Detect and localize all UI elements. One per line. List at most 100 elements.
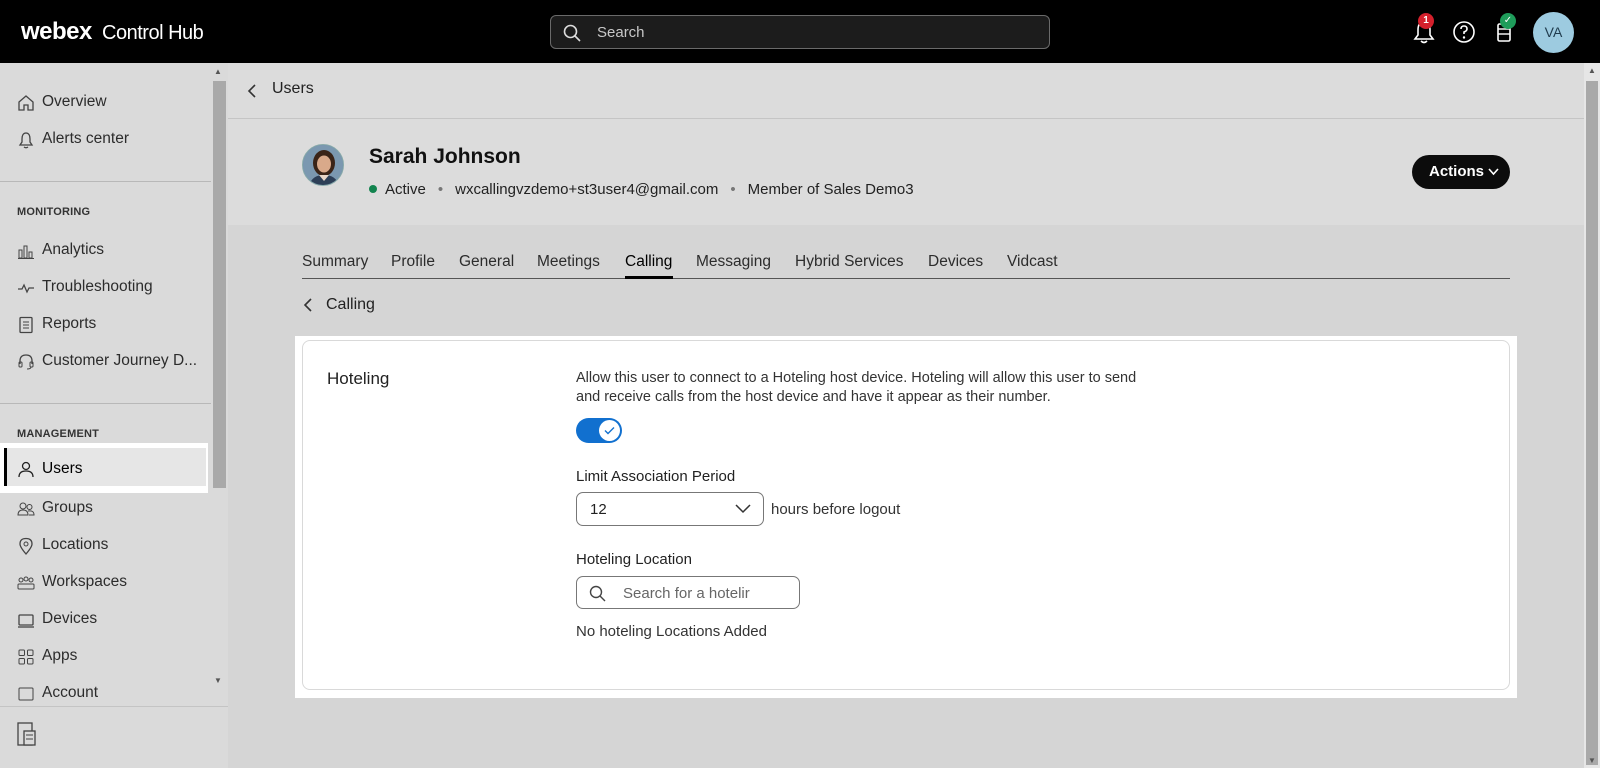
tab-general[interactable]: General: [459, 253, 514, 271]
user-photo-icon: [303, 145, 343, 185]
sidebar-item-groups[interactable]: Groups: [0, 489, 210, 527]
location-icon: [19, 537, 33, 555]
sidebar-item-label: Groups: [42, 499, 93, 516]
headset-icon: [18, 354, 34, 370]
sidebar-item-locations[interactable]: Locations: [0, 526, 210, 564]
sidebar-divider: [0, 403, 211, 404]
sidebar-item-account[interactable]: Account: [0, 674, 210, 706]
chevron-left-icon[interactable]: [246, 83, 258, 99]
tab-profile[interactable]: Profile: [391, 253, 435, 271]
scroll-up-arrow-icon[interactable]: ▲: [1588, 66, 1596, 75]
sidebar-divider: [0, 181, 211, 182]
sidebar-item-label: Users: [42, 460, 83, 477]
sidebar-item-label: Customer Journey D...: [42, 352, 198, 369]
hoteling-toggle[interactable]: [576, 418, 622, 443]
sidebar-item-label: Analytics: [42, 241, 105, 258]
breadcrumb: Users: [228, 63, 1584, 119]
hoteling-card: Hoteling Allow this user to connect to a…: [302, 340, 1510, 690]
user-name: Sarah Johnson: [369, 145, 521, 168]
apps-icon: [18, 649, 34, 665]
limit-association-label: Limit Association Period: [576, 468, 736, 485]
brand-product: Control Hub: [102, 22, 204, 44]
chevron-down-icon: [1488, 168, 1499, 176]
sidebar-item-reports[interactable]: Reports: [0, 305, 210, 343]
hoteling-location-placeholder: Search for a hotelir: [623, 585, 750, 602]
actions-label: Actions: [1429, 163, 1485, 180]
notification-badge: 1: [1418, 13, 1434, 29]
sidebar-item-label: Devices: [42, 610, 98, 627]
groups-icon: [17, 502, 35, 516]
hoteling-location-label: Hoteling Location: [576, 551, 692, 568]
tab-devices[interactable]: Devices: [928, 253, 983, 271]
brand-logo[interactable]: webex Control Hub: [21, 18, 204, 46]
limit-association-select[interactable]: 12: [576, 492, 764, 526]
tab-vidcast[interactable]: Vidcast: [1007, 253, 1058, 271]
sidebar-item-label: Troubleshooting: [42, 278, 153, 295]
sidebar-item-users[interactable]: Users: [0, 443, 208, 493]
sidebar-item-label: Overview: [42, 93, 107, 110]
main-content: Users Sarah Johnson Active • wxcallingvzde…: [228, 63, 1584, 768]
sidebar-item-troubleshooting[interactable]: Troubleshooting: [0, 268, 210, 306]
sidebar-scroll-thumb[interactable]: [213, 81, 226, 488]
sidebar-item-label: Locations: [42, 536, 109, 553]
section-header-monitoring: MONITORING: [17, 206, 91, 218]
sidebar-item-analytics[interactable]: Analytics: [0, 231, 210, 269]
sidebar-item-label: Account: [42, 684, 99, 701]
user-membership: Member of Sales Demo3: [747, 181, 914, 198]
status-ok-badge: ✓: [1500, 13, 1516, 29]
section-header-management: MANAGEMENT: [17, 428, 100, 440]
pulse-icon: [18, 283, 34, 294]
scroll-up-arrow-icon[interactable]: ▲: [214, 67, 222, 76]
tab-messaging[interactable]: Messaging: [696, 253, 771, 271]
user-status: Active: [385, 181, 426, 198]
check-icon: [604, 427, 615, 435]
page-scroll-thumb[interactable]: [1586, 81, 1598, 765]
sidebar-item-apps[interactable]: Apps: [0, 637, 210, 675]
global-search-input[interactable]: Search: [550, 15, 1050, 49]
sidebar-item-label: Apps: [42, 647, 78, 664]
sidebar-item-label: Alerts center: [42, 130, 130, 147]
sidebar-footer: [0, 706, 228, 768]
top-bar: webex Control Hub Search 1 ✓ VA: [0, 0, 1600, 63]
hoteling-empty-text: No hoteling Locations Added: [576, 623, 767, 640]
report-icon: [19, 316, 33, 334]
sidebar-item-label: Reports: [42, 315, 97, 332]
calling-back-label: Calling: [326, 296, 375, 313]
sidebar: Overview Alerts center MONITORING Analyt…: [0, 63, 228, 768]
sidebar-item-label: Workspaces: [42, 573, 127, 590]
scroll-down-arrow-icon[interactable]: ▼: [1588, 756, 1596, 765]
sidebar-item-workspaces[interactable]: Workspaces: [0, 563, 210, 601]
sidebar-item-devices[interactable]: Devices: [0, 600, 210, 638]
tab-hybrid-services[interactable]: Hybrid Services: [795, 253, 904, 271]
hoteling-location-search-input[interactable]: Search for a hotelir: [576, 576, 800, 609]
user-header: Sarah Johnson Active • wxcallingvzdemo+st3…: [228, 119, 1584, 225]
search-placeholder: Search: [597, 24, 645, 41]
building-icon[interactable]: [14, 721, 38, 747]
chevron-left-icon: [303, 298, 312, 312]
help-icon[interactable]: [1450, 18, 1478, 46]
tab-calling[interactable]: Calling: [625, 253, 672, 271]
sidebar-item-overview[interactable]: Overview: [0, 83, 210, 121]
hoteling-title: Hoteling: [327, 369, 390, 388]
scroll-down-arrow-icon[interactable]: ▼: [214, 676, 222, 685]
search-icon: [589, 585, 606, 602]
breadcrumb-users-link[interactable]: Users: [272, 80, 314, 98]
bell-icon: [18, 132, 34, 149]
actions-button[interactable]: Actions: [1412, 155, 1510, 189]
tab-bar: Summary Profile General Meetings Calling…: [302, 238, 1510, 279]
account-avatar[interactable]: VA: [1533, 12, 1574, 53]
limit-association-value: 12: [590, 501, 607, 518]
search-icon: [563, 24, 581, 42]
user-email: wxcallingvzdemo+st3user4@gmail.com: [455, 181, 719, 198]
sidebar-item-customer-journey[interactable]: Customer Journey D...: [0, 342, 210, 380]
analytics-icon: [18, 245, 34, 259]
calling-back-link[interactable]: Calling: [302, 296, 375, 319]
workspaces-icon: [17, 576, 35, 590]
tab-meetings[interactable]: Meetings: [537, 253, 600, 271]
limit-association-suffix: hours before logout: [771, 501, 901, 518]
sidebar-item-alerts-center[interactable]: Alerts center: [0, 120, 210, 158]
separator-dot: •: [730, 181, 736, 198]
user-avatar: [302, 144, 344, 186]
tab-summary[interactable]: Summary: [302, 253, 368, 271]
home-icon: [18, 95, 34, 111]
